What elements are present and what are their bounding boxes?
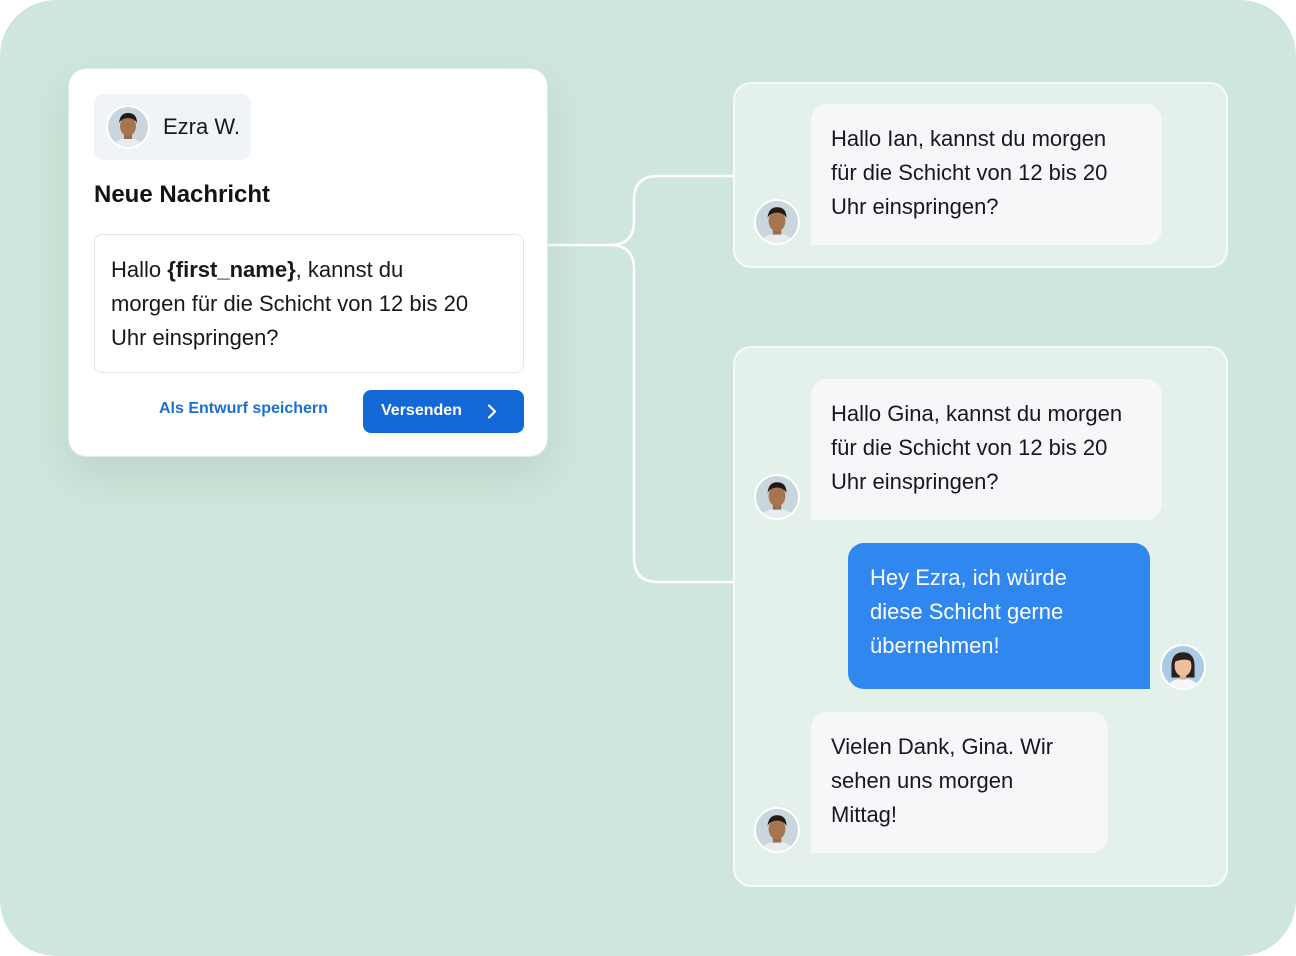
- sender-avatar: [754, 474, 800, 520]
- reply-bubble: Hey Ezra, ich würde diese Schicht gerne …: [848, 543, 1150, 689]
- sender-chip[interactable]: Ezra W.: [94, 94, 251, 160]
- template-line-1-rest: , kannst du: [295, 257, 404, 282]
- compose-title: Neue Nachricht: [94, 181, 271, 208]
- message-line: Vielen Dank, Gina. Wir: [831, 734, 1054, 759]
- message-line: übernehmen!: [870, 633, 1000, 658]
- message-bubble: Hallo Gina, kannst du morgen für die Sch…: [811, 379, 1162, 520]
- template-line-2: morgen für die Schicht von 12 bis 20: [111, 291, 469, 316]
- message-line: Hey Ezra, ich würde: [870, 565, 1067, 590]
- message-bubble: Hallo Ian, kannst du morgen für die Schi…: [811, 104, 1162, 245]
- man-avatar-icon: [756, 476, 798, 518]
- send-button-label: Versenden: [381, 402, 462, 419]
- message-bubble: Vielen Dank, Gina. Wir sehen uns morgen …: [811, 712, 1108, 853]
- save-draft-button[interactable]: Als Entwurf speichern: [159, 400, 328, 418]
- sender-name: Ezra W.: [163, 114, 241, 139]
- man-avatar-icon: [756, 201, 798, 243]
- woman-avatar-icon: [1162, 646, 1204, 688]
- send-button[interactable]: Versenden: [363, 390, 524, 433]
- app-canvas: Ezra W. Neue Nachricht Hallo {first_name…: [0, 0, 1296, 956]
- man-avatar-icon: [756, 809, 798, 851]
- man-avatar-icon: [108, 107, 148, 147]
- sender-avatar: [106, 105, 150, 149]
- message-line: für die Schicht von 12 bis 20: [831, 435, 1108, 460]
- sender-avatar: [754, 199, 800, 245]
- message-line: Uhr einspringen?: [831, 469, 999, 494]
- chevron-right-icon: [487, 404, 497, 419]
- recipient-avatar: [1160, 644, 1206, 690]
- message-template-field[interactable]: Hallo {first_name}, kannst du morgen für…: [94, 234, 524, 373]
- sender-avatar: [754, 807, 800, 853]
- template-greeting: Hallo: [111, 257, 168, 282]
- message-line: Mittag!: [831, 802, 898, 827]
- template-line-3: Uhr einspringen?: [111, 325, 279, 350]
- message-line: Hallo Gina, kannst du morgen: [831, 401, 1123, 426]
- message-line: für die Schicht von 12 bis 20: [831, 160, 1108, 185]
- message-line: diese Schicht gerne: [870, 599, 1064, 624]
- first-name-token: {first_name}: [167, 257, 296, 282]
- message-line: Hallo Ian, kannst du morgen: [831, 126, 1107, 151]
- message-line: sehen uns morgen: [831, 768, 1014, 793]
- message-line: Uhr einspringen?: [831, 194, 999, 219]
- compose-message-card: Ezra W. Neue Nachricht Hallo {first_name…: [68, 68, 548, 457]
